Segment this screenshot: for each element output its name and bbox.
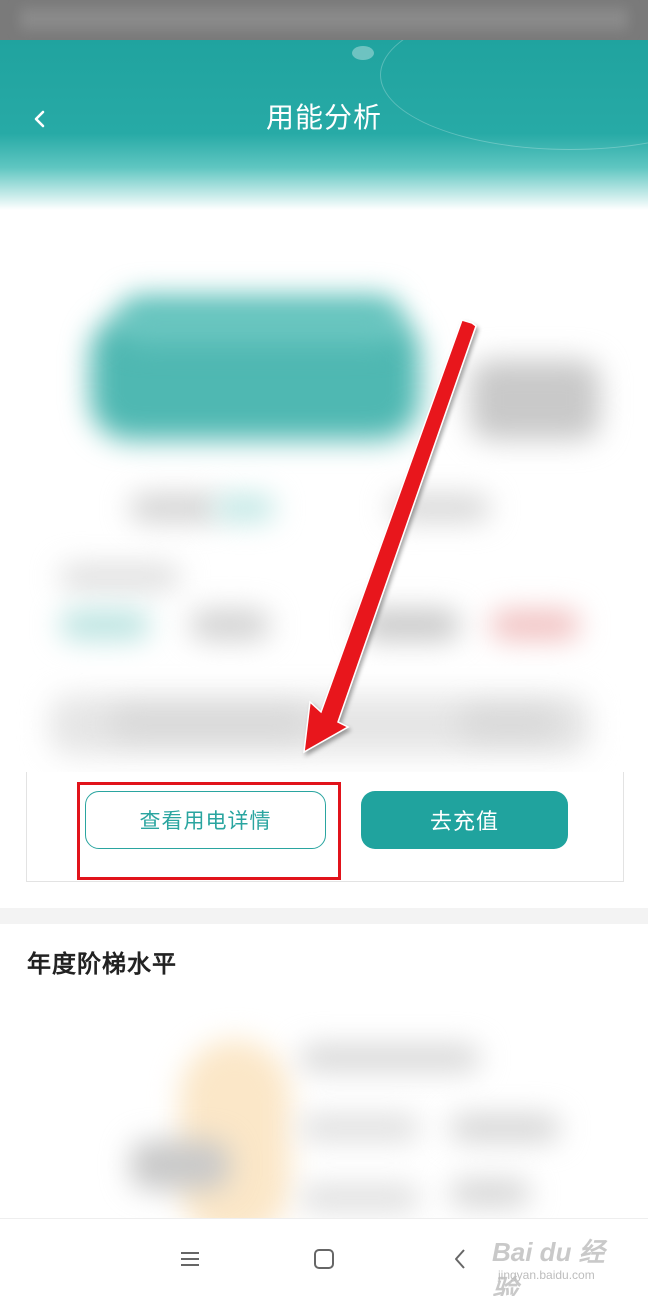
app-header: 用能分析	[0, 40, 648, 210]
square-home-icon	[314, 1249, 334, 1269]
section-divider	[0, 908, 648, 924]
status-bar	[0, 0, 648, 40]
annual-tier-title: 年度阶梯水平	[27, 950, 177, 978]
menu-icon	[181, 1252, 199, 1266]
watermark-main: Bai du 经验	[492, 1237, 605, 1296]
blurred-tier-chart	[0, 990, 648, 1218]
nav-menu-button[interactable]	[172, 1241, 208, 1277]
back-triangle-icon	[455, 1249, 465, 1269]
page-title: 用能分析	[265, 101, 382, 134]
nav-back-button[interactable]	[442, 1241, 478, 1277]
nav-home-button[interactable]	[306, 1241, 342, 1277]
watermark-url: jingyan.baidu.com	[498, 1268, 595, 1282]
header-decoration-dot	[352, 46, 374, 60]
view-usage-detail-button[interactable]: 查看用电详情	[85, 791, 326, 849]
recharge-button[interactable]: 去充值	[361, 791, 568, 849]
baidu-jingyan-watermark: Bai du 经验 jingyan.baidu.com	[492, 1232, 622, 1296]
status-bar-blurred	[20, 8, 628, 30]
blurred-summary	[0, 210, 648, 780]
